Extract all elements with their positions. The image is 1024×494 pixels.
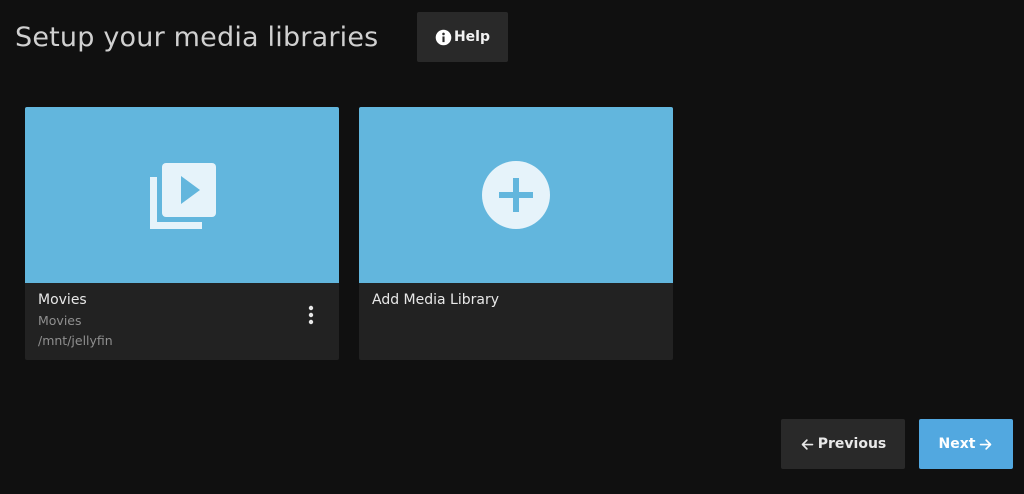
library-card-footer: Movies Movies /mnt/jellyfin (25, 283, 339, 360)
page-title: Setup your media libraries (15, 22, 379, 53)
library-type: Movies (38, 313, 82, 328)
add-library-card-image[interactable] (359, 107, 673, 283)
library-card-movies[interactable]: Movies Movies /mnt/jellyfin (25, 107, 339, 360)
add-library-label: Add Media Library (372, 292, 500, 308)
next-label: Next (938, 436, 976, 452)
more-vertical-icon (308, 305, 314, 325)
arrow-left-icon (801, 438, 814, 450)
help-label: Help (453, 29, 491, 45)
setup-libraries-page: Setup your media libraries Help Movies M… (0, 0, 1024, 494)
arrow-right-icon (980, 438, 992, 450)
library-title: Movies (38, 292, 87, 308)
library-menu-button[interactable] (299, 301, 323, 329)
add-library-card-footer: Add Media Library (359, 283, 673, 360)
plus-circle-icon (482, 161, 550, 229)
help-button[interactable]: Help (417, 12, 508, 62)
add-media-library-card[interactable]: Add Media Library (359, 107, 673, 360)
video-library-icon (150, 163, 216, 229)
library-card-image[interactable] (25, 107, 339, 283)
info-icon (435, 29, 452, 45)
next-button[interactable]: Next (919, 419, 1013, 469)
previous-button[interactable]: Previous (781, 419, 905, 469)
library-path: /mnt/jellyfin (38, 333, 113, 348)
previous-label: Previous (817, 436, 887, 452)
